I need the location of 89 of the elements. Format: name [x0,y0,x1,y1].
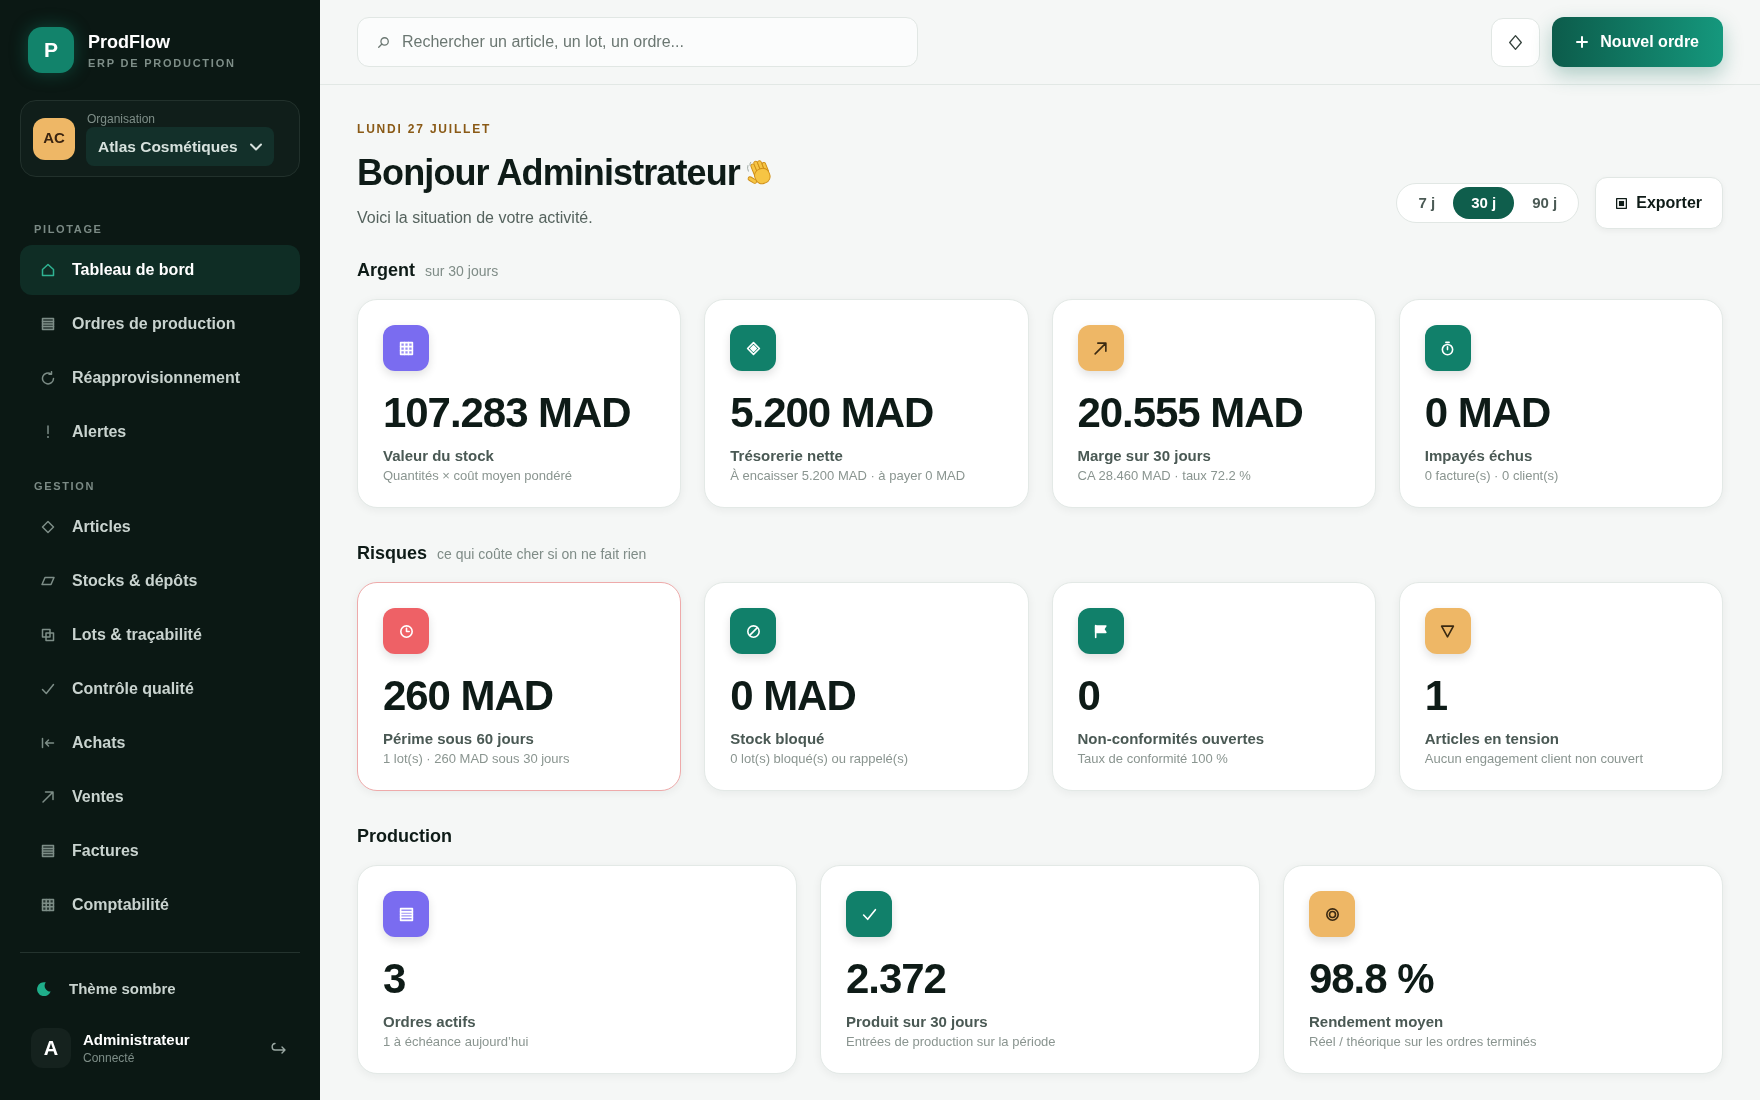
stat-label: Stock bloqué [730,729,825,749]
sidebar-item[interactable]: Ventes [20,772,300,822]
stat-value: 107.283 MAD [383,392,631,434]
user-avatar: A [31,1028,71,1068]
section-label: GESTION [33,479,96,493]
field-label: Organisation [86,111,156,127]
sidebar-item[interactable]: Lots & traçabilité [20,610,300,660]
stat-label: Périme sous 60 jours [383,729,534,749]
search-field[interactable]: Rechercher un article, un lot, un ordre... [357,17,918,67]
parallelogram-icon [41,574,55,588]
overlapping-squares-icon [41,628,55,642]
stat-value: 5.200 MAD [730,392,934,434]
stat-label: Valeur du stock [383,446,494,466]
stat-detail: Réel / théorique sur les ordres terminés [1309,1034,1537,1050]
export-button[interactable]: Exporter [1595,177,1723,229]
stat-value: 98.8 % [1309,958,1434,1000]
stat-detail: Taux de conformité 100 % [1077,751,1228,767]
lines-square-icon [41,317,55,331]
stat-value: 1 [1424,675,1448,717]
theme-toggle[interactable]: Thème sombre [20,969,300,1009]
sidebar-item[interactable]: Comptabilité [20,880,300,930]
app-logo: P [28,27,74,73]
sidebar-item[interactable]: Achats [20,718,300,768]
section-note: sur 30 jours [425,262,499,281]
organization-select[interactable]: Atlas Cosmétiques [86,127,274,166]
stat-detail: Entrées de production sur la période [846,1034,1056,1050]
section-title: Production [357,825,452,848]
stat-label: Non-conformités ouvertes [1077,729,1265,749]
stat-label: Produit sur 30 jours [846,1012,988,1032]
diamond-icon [41,520,55,534]
arrow-up-right-icon [41,790,55,804]
grid-square-icon [41,898,55,912]
arrow-left-bar-icon [41,736,55,750]
section-note: ce qui coûte cher si on ne fait rien [437,545,647,564]
stat-detail: CA 28.460 MAD · taux 72.2 % [1077,468,1251,484]
hook-arrow-icon [270,1042,286,1054]
stat-label: Rendement moyen [1309,1012,1444,1032]
sidebar-item[interactable]: Factures [20,826,300,876]
stat-detail: Aucun engagement client non couvert [1424,751,1643,767]
period-tab[interactable]: 90 j [1514,187,1576,219]
sidebar-item[interactable]: Stocks & dépôts [20,556,300,606]
stat-label: Trésorerie nette [730,446,843,466]
stat-label: Impayés échus [1424,446,1533,466]
stat-detail: Quantités × coût moyen pondéré [383,468,572,484]
plus-icon [1576,36,1589,48]
home-icon [41,263,55,277]
stat-detail: 0 lot(s) bloqué(s) ou rappelé(s) [730,751,908,767]
stat-detail: 1 à échéance aujourd’hui [383,1034,529,1050]
stat-label: Articles en tension [1424,729,1559,749]
stat-value: 0 [1077,675,1100,717]
page-subtitle: Voici la situation de votre activité. [357,208,593,228]
search-icon [378,37,389,48]
user-status: Connecté [83,1050,135,1066]
sidebar-item[interactable]: Tableau de bord [20,245,300,295]
refresh-icon [41,371,55,385]
brand-tagline: ERP DE PRODUCTION [88,55,236,70]
stat-label: Marge sur 30 jours [1077,446,1211,466]
section-title: Risques [357,542,428,565]
diamond-icon [1509,34,1523,50]
stat-value: 2.372 [846,958,946,1000]
stat-label: Ordres actifs [383,1012,476,1032]
section-label: PILOTAGE [33,222,103,236]
stat-value: 0 MAD [730,675,856,717]
moon-icon [37,982,51,996]
section-title: Argent [357,259,415,282]
user-name: Administrateur [83,1030,190,1050]
chevron-down-icon [249,142,262,151]
stat-value: 20.555 MAD [1077,392,1303,434]
sidebar-item[interactable]: Ordres de production [20,299,300,349]
sidebar-item[interactable]: Réapprovisionnement [20,353,300,403]
sidebar-item[interactable]: Contrôle qualité [20,664,300,714]
stat-detail: 1 lot(s) · 260 MAD sous 30 jours [383,751,570,767]
period-tab[interactable]: 30 j [1453,187,1515,219]
stat-value: 0 MAD [1424,392,1551,434]
date-label: LUNDI 27 JUILLET [357,121,492,137]
stat-detail: 0 facture(s) · 0 client(s) [1424,468,1559,484]
initials-avatar: AC [33,117,75,160]
sidebar-item[interactable]: Articles [20,502,300,552]
page-title: Bonjour Administrateur [357,151,740,195]
square-icon [1616,197,1628,209]
sidebar-item[interactable]: Alertes [20,407,300,457]
stat-detail: À encaisser 5.200 MAD · à payer 0 MAD [730,468,966,484]
stat-value: 260 MAD [383,675,554,717]
check-icon [41,682,55,696]
period-tab[interactable]: 7 j [1400,187,1454,219]
new-order-button[interactable]: Nouvel ordre [1552,17,1723,67]
brand-name: ProdFlow [88,30,170,53]
lines-square-icon [41,844,55,858]
stat-value: 3 [383,958,406,1000]
